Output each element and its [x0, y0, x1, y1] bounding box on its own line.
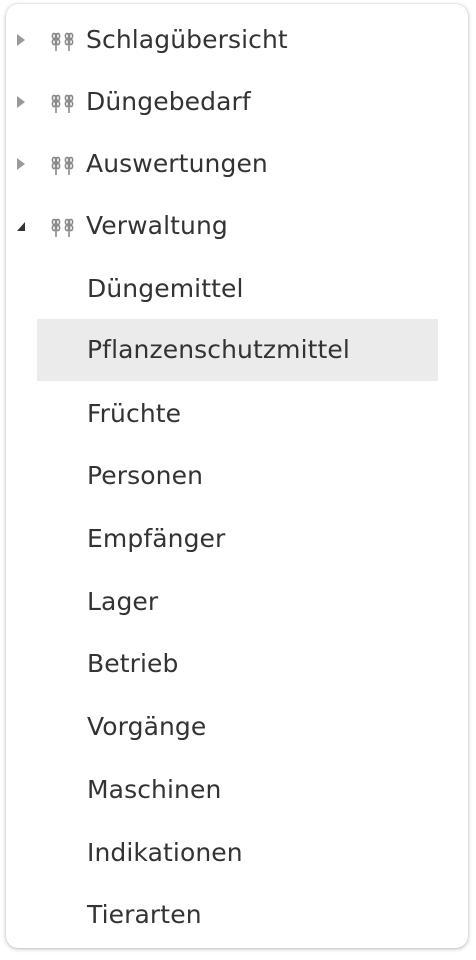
submenu-item-label: Betrieb: [87, 649, 179, 678]
menu-item-label: Schlagübersicht: [86, 25, 288, 54]
menu-item-label: Düngebedarf: [86, 87, 251, 116]
menu-item-auswertungen[interactable]: Auswertungen: [6, 133, 468, 195]
menu-item-label: Auswertungen: [86, 149, 268, 178]
wheat-icon: [51, 156, 74, 175]
submenu-item-label: Personen: [87, 461, 204, 490]
submenu-item-tierarten[interactable]: Tierarten: [6, 884, 468, 946]
caret-right-icon[interactable]: [16, 33, 26, 47]
submenu-item-indikationen[interactable]: Indikationen: [6, 822, 468, 884]
caret-right-icon[interactable]: [16, 95, 26, 109]
menu-item-duengebedarf[interactable]: Düngebedarf: [6, 71, 468, 133]
submenu-item-label: Düngemittel: [87, 274, 244, 303]
caret-down-icon[interactable]: [16, 219, 26, 233]
caret-right-icon[interactable]: [16, 157, 26, 171]
submenu-item-empfaenger[interactable]: Empfänger: [6, 508, 468, 570]
submenu-item-label: Maschinen: [87, 775, 222, 804]
submenu-item-label: Lager: [87, 587, 159, 616]
submenu-item-label: Pflanzenschutzmittel: [87, 335, 350, 364]
submenu-item-label: Tierarten: [87, 900, 202, 929]
submenu-item-duengemittel[interactable]: Düngemittel: [6, 258, 468, 320]
submenu-item-label: Empfänger: [87, 524, 226, 553]
menu-item-verwaltung[interactable]: Verwaltung: [6, 195, 468, 257]
wheat-icon: [51, 94, 74, 113]
navigation-menu: Schlagübersicht Düngebedarf Auswertungen…: [6, 4, 468, 948]
submenu-item-personen[interactable]: Personen: [6, 445, 468, 507]
submenu-item-lager[interactable]: Lager: [6, 571, 468, 633]
submenu-item-fruechte[interactable]: Früchte: [6, 383, 468, 445]
submenu-item-pflanzenschutzmittel[interactable]: Pflanzenschutzmittel: [6, 319, 468, 381]
submenu-item-label: Vorgänge: [87, 712, 207, 741]
submenu-item-label: Indikationen: [87, 838, 243, 867]
submenu-item-label: Früchte: [87, 399, 182, 428]
wheat-icon: [51, 32, 74, 51]
submenu-item-maschinen[interactable]: Maschinen: [6, 759, 468, 821]
submenu-item-vorgaenge[interactable]: Vorgänge: [6, 696, 468, 758]
wheat-icon: [51, 218, 74, 237]
menu-item-schlaguebersicht[interactable]: Schlagübersicht: [6, 9, 468, 71]
menu-item-label: Verwaltung: [86, 211, 228, 240]
submenu-item-betrieb[interactable]: Betrieb: [6, 633, 468, 695]
